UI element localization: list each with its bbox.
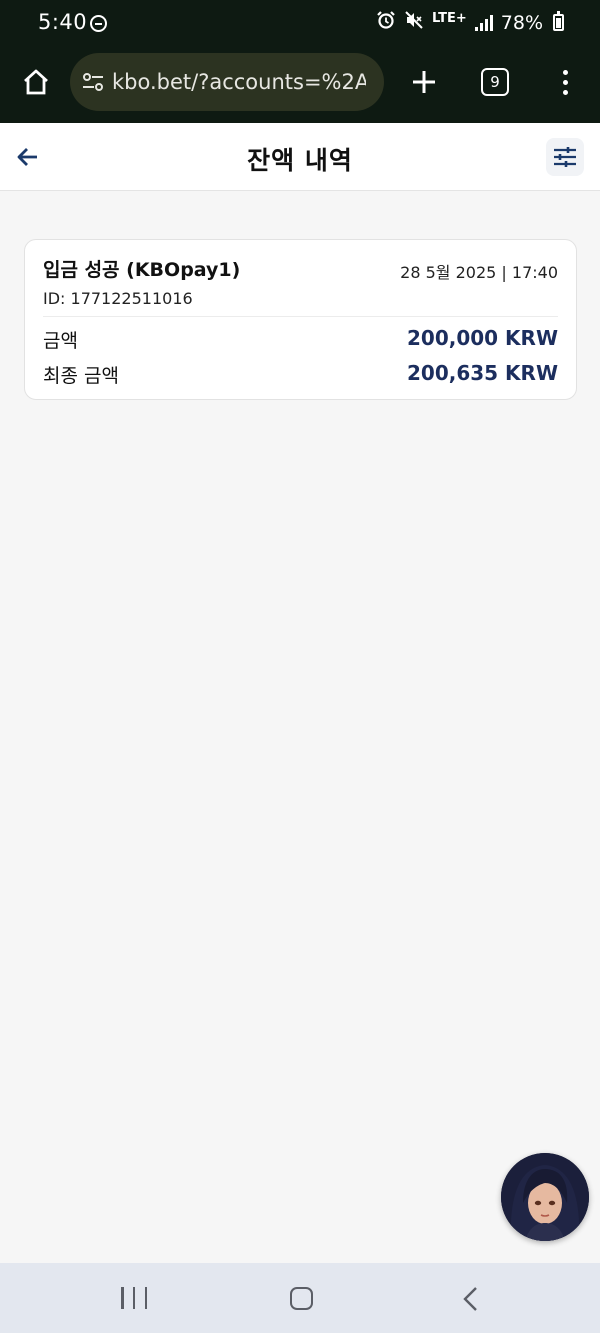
back-icon[interactable] <box>462 1286 480 1312</box>
filter-button[interactable] <box>546 138 584 176</box>
final-amount-label: 최종 금액 <box>43 365 119 387</box>
do-not-disturb-icon <box>90 15 107 32</box>
status-icons: LTE+ 78% <box>376 10 564 35</box>
more-icon[interactable] <box>548 60 582 104</box>
system-nav-bar <box>0 1263 600 1333</box>
transaction-list: 입금 성공 (KBOpay1) 28 5월 2025 | 17:40 ID: 1… <box>0 192 600 1263</box>
avatar <box>501 1153 589 1241</box>
amount-label: 금액 <box>43 330 78 352</box>
network-type: LTE+ <box>431 10 467 26</box>
card-divider <box>43 316 558 317</box>
transaction-card[interactable]: 입금 성공 (KBOpay1) 28 5월 2025 | 17:40 ID: 1… <box>24 239 577 400</box>
home-icon <box>24 69 48 95</box>
alarm-icon <box>376 10 396 35</box>
browser-toolbar: kbo.bet/?accounts=%2A&b 9 <box>0 48 600 123</box>
tabs-button[interactable]: 9 <box>481 68 509 96</box>
battery-icon <box>553 11 564 31</box>
support-avatar-button[interactable] <box>501 1153 589 1241</box>
battery-percent: 78% <box>500 11 543 34</box>
vibrate-mute-icon <box>404 10 424 35</box>
url-text[interactable]: kbo.bet/?accounts=%2A&b <box>112 70 366 94</box>
signal-icon <box>474 14 493 31</box>
page-title: 잔액 내역 <box>247 146 353 175</box>
transaction-title: 입금 성공 (KBOpay1) <box>43 259 241 281</box>
app-header: 잔액 내역 <box>0 123 600 191</box>
status-bar: 5:40 LTE+ 78% <box>0 0 600 48</box>
home-icon[interactable] <box>290 1287 313 1310</box>
final-amount-value: 200,635 KRW <box>406 361 558 385</box>
transaction-datetime: 28 5월 2025 | 17:40 <box>400 263 558 282</box>
transaction-id: ID: 177122511016 <box>43 289 193 308</box>
new-tab-button[interactable] <box>402 60 446 104</box>
filter-sliders-icon <box>554 147 576 167</box>
amount-value: 200,000 KRW <box>406 326 558 350</box>
status-time: 5:40 <box>38 10 88 34</box>
recents-icon[interactable] <box>121 1287 147 1309</box>
site-settings-icon[interactable] <box>80 69 106 95</box>
browser-home-button[interactable] <box>14 60 58 104</box>
address-bar[interactable]: kbo.bet/?accounts=%2A&b <box>70 53 384 111</box>
plus-icon <box>413 71 435 93</box>
